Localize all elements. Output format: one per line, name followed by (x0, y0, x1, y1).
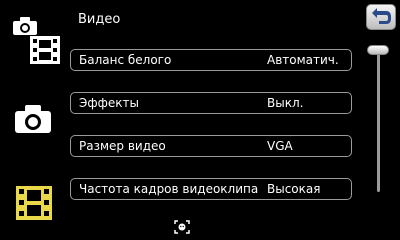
camera-icon (13, 17, 37, 35)
setting-label: Размер видео (79, 139, 166, 153)
setting-label: Баланс белого (79, 53, 172, 67)
setting-label: Частота кадров видеоклипа (79, 182, 259, 196)
setting-value: VGA (267, 139, 293, 153)
video-mode-icon[interactable] (16, 186, 52, 220)
back-arrow-icon (372, 8, 391, 24)
page-title: Видео (78, 12, 121, 27)
film-icon (30, 36, 60, 64)
setting-value: Высокая (267, 182, 321, 196)
camera-mode-icon[interactable] (14, 104, 52, 134)
setting-row-video-size[interactable]: Размер видео VGA (70, 135, 352, 157)
setting-row-frame-rate[interactable]: Частота кадров видеоклипа Высокая (70, 178, 352, 200)
scrollbar-track[interactable] (377, 52, 380, 192)
setting-value: Выкл. (267, 96, 304, 110)
setting-row-effects[interactable]: Эффекты Выкл. (70, 92, 352, 114)
setting-row-white-balance[interactable]: Баланс белого Автоматич. (70, 49, 352, 71)
setting-label: Эффекты (79, 96, 139, 110)
scrollbar-thumb[interactable] (367, 45, 389, 55)
back-button[interactable] (366, 4, 396, 30)
mode-sidebar (0, 0, 66, 240)
face-detection-icon (174, 220, 190, 234)
setting-value: Автоматич. (267, 53, 339, 67)
